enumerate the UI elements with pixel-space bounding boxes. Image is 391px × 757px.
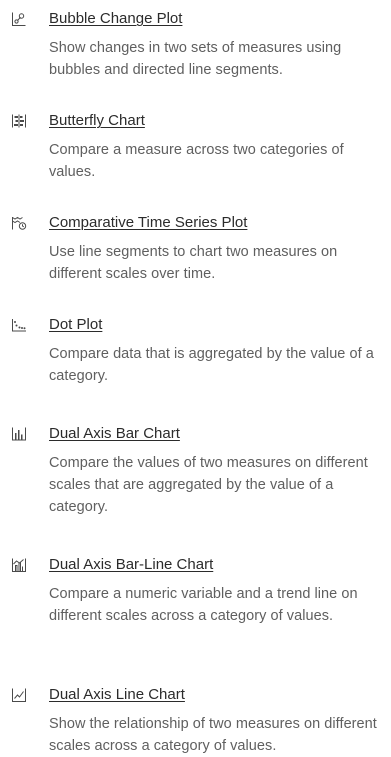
item-title[interactable]: Comparative Time Series Plot (49, 213, 247, 233)
dual-axis-bar-line-chart-icon (11, 557, 27, 573)
comparative-time-series-icon (11, 215, 27, 231)
item-title[interactable]: Dual Axis Bar-Line Chart (49, 555, 213, 575)
item-title[interactable]: Bubble Change Plot (49, 9, 182, 29)
dual-axis-bar-chart-icon (11, 426, 27, 442)
item-title[interactable]: Dual Axis Line Chart (49, 685, 185, 705)
item-description: Compare the values of two measures on di… (49, 455, 368, 515)
bubble-change-plot-icon (11, 11, 27, 27)
dual-axis-line-chart-icon (11, 687, 27, 703)
item-description: Show the relationship of two measures on… (49, 716, 377, 754)
chart-type-list: Bubble Change Plot Show changes in two s… (0, 0, 391, 756)
item-description: Use line segments to chart two measures … (49, 244, 338, 282)
item-title[interactable]: Dual Axis Bar Chart (49, 424, 180, 444)
item-description: Compare a measure across two categories … (49, 142, 344, 180)
butterfly-chart-icon (11, 113, 27, 129)
item-description: Compare data that is aggregated by the v… (49, 346, 374, 384)
item-description: Show changes in two sets of measures usi… (49, 40, 342, 78)
item-title[interactable]: Dot Plot (49, 315, 102, 335)
item-title[interactable]: Butterfly Chart (49, 111, 145, 131)
item-description: Compare a numeric variable and a trend l… (49, 586, 358, 624)
dot-plot-icon (11, 317, 27, 333)
